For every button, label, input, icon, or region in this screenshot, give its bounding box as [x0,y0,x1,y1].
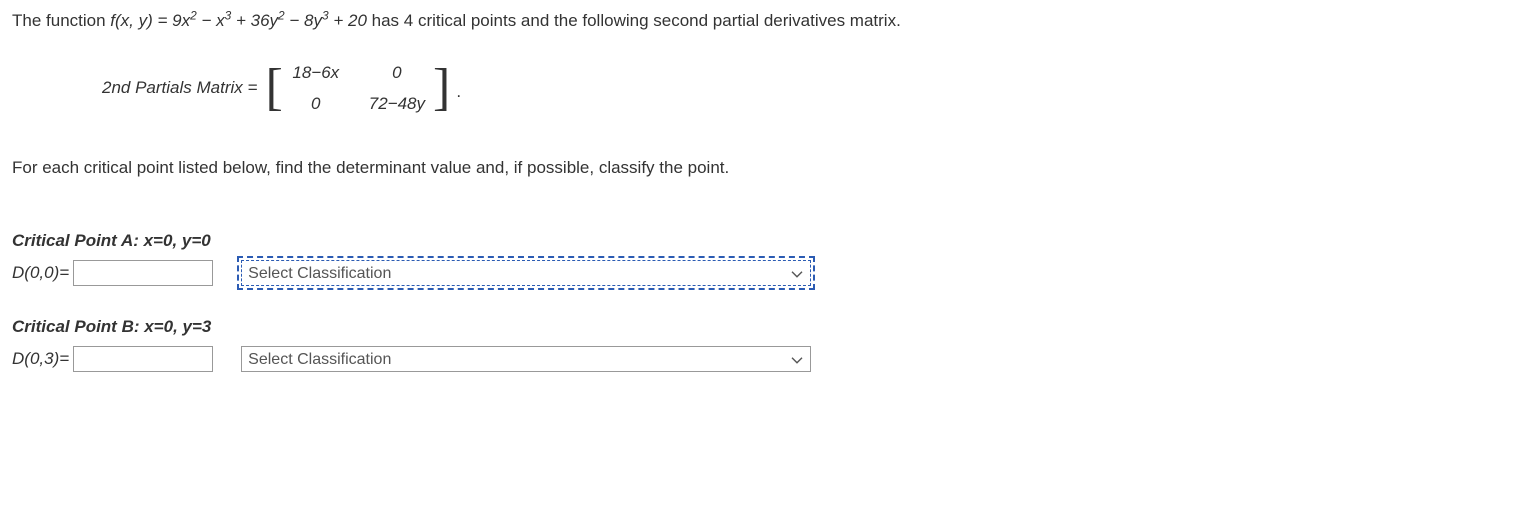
matrix-label: 2nd Partials Matrix = [102,75,257,101]
critical-point-b-header: Critical Point B: x=0, y=3 [12,314,1514,340]
critical-point-a-header: Critical Point A: x=0, y=0 [12,228,1514,254]
classification-a-select[interactable]: Select Classification [241,260,811,286]
critical-point-a: Critical Point A: x=0, y=0 D(0,0)= Selec… [12,228,1514,286]
bracket-left-icon: [ [265,66,282,110]
matrix-cell-22: 72−48y [369,91,425,117]
bracket-right-icon: ] [433,66,450,110]
matrix-cell-21: 0 [291,91,341,117]
intro-prefix: The function [12,11,110,30]
classification-b-wrapper: Select Classification [241,346,811,373]
intro-suffix: has 4 critical points and the following … [367,11,901,30]
determinant-b-label: D(0,3)= [12,346,69,372]
matrix-period: . [456,79,461,119]
critical-point-b-inputs: D(0,3)= Select Classification [12,346,1514,373]
determinant-a-input[interactable] [73,260,213,286]
critical-point-a-inputs: D(0,0)= Select Classification [12,260,1514,287]
instruction-text: For each critical point listed below, fi… [12,155,1514,181]
classification-a-wrapper: Select Classification [241,260,811,287]
determinant-a-label: D(0,0)= [12,260,69,286]
matrix-cell-12: 0 [369,60,425,86]
matrix-body: 18−6x 0 0 72−48y [283,58,433,119]
classification-b-select[interactable]: Select Classification [241,346,811,372]
matrix-cell-11: 18−6x [291,60,341,86]
function-definition: f(x, y) = 9x2 − x3 + 36y2 − 8y3 + 20 [110,11,367,30]
critical-point-b: Critical Point B: x=0, y=3 D(0,3)= Selec… [12,314,1514,372]
determinant-b-input[interactable] [73,346,213,372]
intro-text: The function f(x, y) = 9x2 − x3 + 36y2 −… [12,8,1514,34]
matrix-row: 2nd Partials Matrix = [ 18−6x 0 0 72−48y… [102,58,1514,119]
matrix-container: [ 18−6x 0 0 72−48y ] [265,58,450,119]
